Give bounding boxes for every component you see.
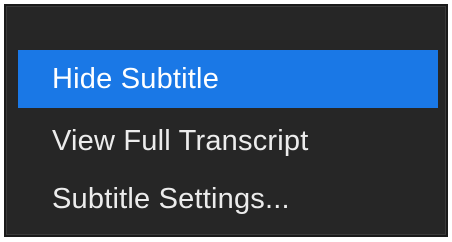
menu-item-hide-subtitle[interactable]: Hide Subtitle bbox=[18, 50, 438, 108]
menu-item-subtitle-settings[interactable]: Subtitle Settings... bbox=[18, 170, 438, 228]
subtitle-context-menu: Hide Subtitle View Full Transcript Subti… bbox=[4, 4, 448, 237]
menu-item-view-full-transcript[interactable]: View Full Transcript bbox=[18, 112, 438, 170]
